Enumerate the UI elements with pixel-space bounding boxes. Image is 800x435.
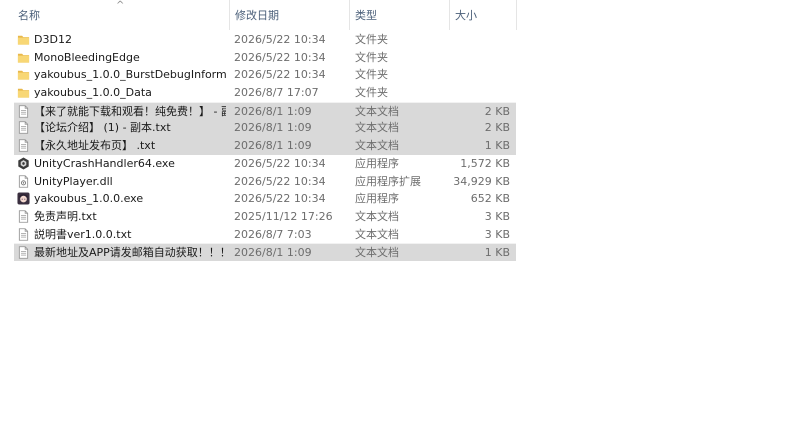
file-name: yakoubus_1.0.0_Data bbox=[34, 86, 152, 100]
column-header-type-label: 类型 bbox=[355, 9, 377, 22]
column-header-type[interactable]: 类型 bbox=[349, 0, 449, 30]
folder-icon bbox=[17, 33, 30, 46]
file-type: 文件夹 bbox=[355, 50, 388, 64]
file-modified-date: 2026/5/22 10:34 bbox=[234, 156, 326, 170]
file-modified-date: 2026/8/1 1:09 bbox=[234, 104, 312, 118]
file-name: 最新地址及APP请发邮箱自动获取！！！... bbox=[34, 246, 226, 260]
file-modified-date: 2026/5/22 10:34 bbox=[234, 174, 326, 188]
column-header-size-label: 大小 bbox=[455, 9, 477, 22]
column-header-modified[interactable]: 修改日期 bbox=[229, 0, 349, 30]
column-header-name-label: 名称 bbox=[18, 9, 40, 22]
file-row[interactable]: yakoubus_1.0.0_Data 2026/8/7 17:07 文件夹 bbox=[14, 84, 516, 102]
dll-file-icon bbox=[17, 174, 30, 188]
text-file-icon bbox=[17, 210, 30, 223]
file-name: UnityCrashHandler64.exe bbox=[34, 156, 175, 170]
file-type: 文件夹 bbox=[355, 68, 388, 82]
file-modified-date: 2026/8/1 1:09 bbox=[234, 246, 312, 260]
file-size: 1 KB bbox=[484, 246, 510, 260]
file-row[interactable]: 免责声明.txt 2025/11/12 17:26 文本文档 3 KB bbox=[14, 208, 516, 226]
column-header-bar: 名称 ^ 修改日期 类型 大小 bbox=[0, 0, 520, 30]
folder-icon bbox=[17, 51, 30, 64]
file-size: 34,929 KB bbox=[453, 174, 510, 188]
file-row[interactable]: UnityPlayer.dll 2026/5/22 10:34 应用程序扩展 34,9… bbox=[14, 173, 516, 191]
file-type: 文件夹 bbox=[355, 86, 388, 100]
file-size: 2 KB bbox=[484, 121, 510, 135]
file-modified-date: 2026/5/22 10:34 bbox=[234, 33, 326, 46]
file-name: 説明書ver1.0.0.txt bbox=[34, 227, 132, 241]
folder-icon bbox=[17, 68, 30, 81]
file-modified-date: 2026/8/7 17:07 bbox=[234, 86, 319, 100]
file-size: 1 KB bbox=[484, 139, 510, 153]
file-modified-date: 2026/8/7 7:03 bbox=[234, 227, 312, 241]
file-name: D3D12 bbox=[34, 33, 72, 46]
file-size: 3 KB bbox=[484, 209, 510, 223]
file-modified-date: 2026/5/22 10:34 bbox=[234, 192, 326, 206]
file-type: 文本文档 bbox=[355, 246, 399, 260]
file-type: 文本文档 bbox=[355, 209, 399, 223]
unity-logo-icon bbox=[17, 157, 30, 170]
file-row[interactable]: D3D12 2026/5/22 10:34 文件夹 bbox=[14, 31, 516, 49]
file-type: 应用程序 bbox=[355, 156, 399, 170]
file-name: 免责声明.txt bbox=[34, 209, 97, 223]
text-file-icon bbox=[17, 246, 30, 259]
file-name: 【论坛介绍】 (1) - 副本.txt bbox=[34, 121, 171, 135]
file-list: D3D12 2026/5/22 10:34 文件夹 MonoBleedingEdge 2… bbox=[14, 31, 516, 261]
file-modified-date: 2026/8/1 1:09 bbox=[234, 139, 312, 153]
file-name: 【永久地址发布页】 .txt bbox=[34, 139, 156, 153]
column-divider[interactable] bbox=[516, 0, 517, 30]
file-name: yakoubus_1.0.0.exe bbox=[34, 192, 144, 206]
file-row[interactable]: UnityCrashHandler64.exe 2026/5/22 10:34 应用… bbox=[14, 155, 516, 173]
file-size: 652 KB bbox=[470, 192, 510, 206]
text-file-icon bbox=[17, 139, 30, 152]
file-row[interactable]: 【论坛介绍】 (1) - 副本.txt 2026/8/1 1:09 文本文档 2 KB bbox=[14, 119, 516, 138]
text-file-icon bbox=[17, 227, 30, 241]
file-type: 文本文档 bbox=[355, 104, 399, 118]
file-row[interactable]: yakoubus_1.0.0.exe 2026/5/22 10:34 应用程序 652… bbox=[14, 190, 516, 208]
text-file-icon bbox=[17, 105, 30, 118]
file-modified-date: 2025/11/12 17:26 bbox=[234, 209, 333, 223]
file-name: 【来了就能下载和观看！纯免费！】 - 副... bbox=[34, 104, 226, 118]
file-size: 3 KB bbox=[484, 227, 510, 241]
file-type: 文本文档 bbox=[355, 121, 399, 135]
file-row[interactable]: 【来了就能下载和观看！纯免费！】 - 副... 2026/8/1 1:09 文本文档… bbox=[14, 101, 516, 120]
column-header-modified-label: 修改日期 bbox=[235, 9, 279, 22]
file-type: 文本文档 bbox=[355, 139, 399, 153]
folder-icon bbox=[17, 86, 30, 99]
file-type: 应用程序扩展 bbox=[355, 174, 421, 188]
file-row[interactable]: yakoubus_1.0.0_BurstDebugInformati... 202… bbox=[14, 66, 516, 84]
file-name: UnityPlayer.dll bbox=[34, 174, 113, 188]
file-row[interactable]: MonoBleedingEdge 2026/5/22 10:34 文件夹 bbox=[14, 49, 516, 67]
file-row[interactable]: 最新地址及APP请发邮箱自动获取！！！... 2026/8/1 1:09 文本文档 1… bbox=[14, 243, 516, 261]
sort-ascending-icon: ^ bbox=[116, 0, 125, 11]
file-type: 文件夹 bbox=[355, 33, 388, 46]
file-type: 应用程序 bbox=[355, 192, 399, 206]
file-size: 2 KB bbox=[484, 104, 510, 118]
file-row[interactable]: 【永久地址发布页】 .txt 2026/8/1 1:09 文本文档 1 KB bbox=[14, 137, 516, 155]
file-type: 文本文档 bbox=[355, 227, 399, 241]
text-file-icon bbox=[17, 121, 30, 135]
file-modified-date: 2026/5/22 10:34 bbox=[234, 68, 326, 82]
file-name: MonoBleedingEdge bbox=[34, 50, 140, 64]
app-avatar-icon bbox=[17, 192, 30, 205]
file-row[interactable]: 説明書ver1.0.0.txt 2026/8/7 7:03 文本文档 3 KB bbox=[14, 226, 516, 244]
column-header-size[interactable]: 大小 bbox=[449, 0, 516, 30]
file-modified-date: 2026/5/22 10:34 bbox=[234, 50, 326, 64]
file-name: yakoubus_1.0.0_BurstDebugInformati... bbox=[34, 68, 226, 82]
file-size: 1,572 KB bbox=[460, 156, 510, 170]
file-modified-date: 2026/8/1 1:09 bbox=[234, 121, 312, 135]
